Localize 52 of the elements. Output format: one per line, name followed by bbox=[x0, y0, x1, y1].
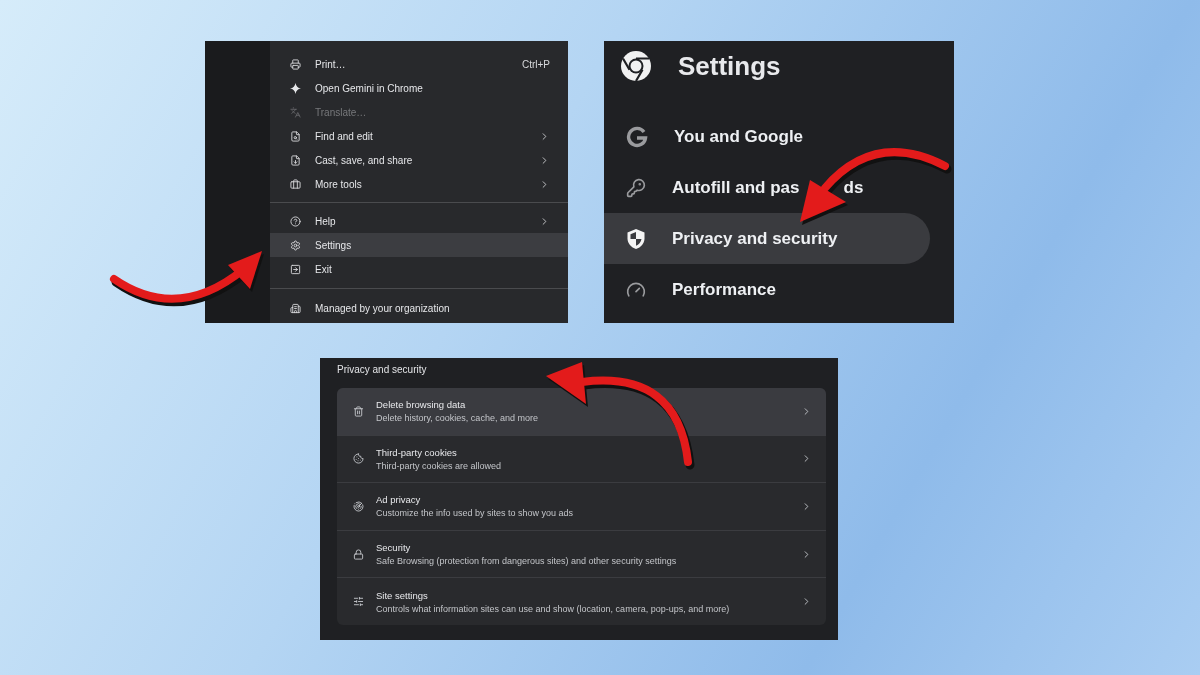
building-icon bbox=[290, 302, 301, 314]
settings-title: Settings bbox=[678, 50, 781, 82]
row-title: Delete browsing data bbox=[376, 399, 467, 411]
letter-g-icon bbox=[626, 125, 648, 148]
menu-item[interactable]: Settings bbox=[270, 233, 568, 257]
section-title: Privacy and security bbox=[337, 363, 428, 377]
browser-logo-icon bbox=[620, 50, 652, 82]
cookie-icon bbox=[353, 453, 364, 465]
trash-icon bbox=[353, 405, 364, 417]
menu-item[interactable]: Managed by your organization bbox=[270, 296, 568, 320]
shortcut-text: Ctrl+P bbox=[521, 58, 550, 70]
sparkle-icon bbox=[290, 82, 301, 94]
row-subtitle: Customize the info used by sites to show you ads bbox=[376, 508, 575, 519]
row-title: Ad privacy bbox=[376, 494, 422, 506]
nav-item[interactable]: Privacy and security bbox=[604, 213, 930, 264]
settings-row[interactable]: Security Safe Browsing (protection from dangerous sites) and other security settings bbox=[337, 529, 826, 578]
nav-label: Autofill and pas bbox=[672, 177, 800, 197]
printer-icon bbox=[290, 58, 301, 70]
file-download-icon bbox=[290, 154, 301, 166]
sliders-icon bbox=[353, 596, 364, 608]
menu-item[interactable]: More tools bbox=[270, 172, 568, 196]
row-subtitle: Third-party cookies are allowed bbox=[376, 460, 503, 471]
row-subtitle: Controls what information sites can use and show (location, camera, pop-ups, and more) bbox=[376, 603, 731, 614]
settings-icon bbox=[290, 239, 301, 251]
menu-item[interactable]: Print… Ctrl+P bbox=[270, 52, 568, 76]
row-subtitle: Delete history, cookies, cache, and more bbox=[376, 413, 539, 424]
file-search-icon bbox=[290, 130, 301, 142]
row-title: Third-party cookies bbox=[376, 446, 458, 458]
chevron-right-icon bbox=[801, 501, 812, 512]
nav-item[interactable]: You and Google bbox=[604, 111, 930, 162]
shield-icon bbox=[626, 227, 646, 250]
menu-item[interactable]: Find and edit bbox=[270, 124, 568, 148]
settings-row[interactable]: Ad privacy Customize the info used by sites to show you ads bbox=[337, 482, 826, 530]
nav-label: ds bbox=[843, 177, 864, 197]
key-icon bbox=[626, 177, 646, 198]
row-subtitle: Safe Browsing (protection from dangerous sites) and other security settings bbox=[376, 556, 678, 567]
toolbox-icon bbox=[290, 178, 301, 190]
menu-item[interactable]: Exit bbox=[270, 257, 568, 281]
settings-row[interactable]: Third-party cookies Third-party cookies are allowed bbox=[337, 434, 826, 483]
row-title: Site settings bbox=[376, 589, 429, 601]
settings-row[interactable]: Delete browsing data Delete history, cookies, cache, and more bbox=[337, 388, 826, 435]
menu-item[interactable]: Help bbox=[270, 209, 568, 233]
menu-item[interactable]: Cast, save, and share bbox=[270, 148, 568, 172]
translate-icon bbox=[290, 106, 301, 118]
nav-item[interactable]: Performance bbox=[604, 264, 930, 315]
exit-icon bbox=[290, 263, 301, 275]
menu-item[interactable]: Open Gemini in Chrome bbox=[270, 76, 568, 100]
help-icon bbox=[290, 215, 301, 227]
nav-item[interactable]: Autofill and pas ds bbox=[604, 162, 930, 213]
lock-icon bbox=[353, 548, 364, 560]
settings-row[interactable]: Site settings Controls what information sites can use and show (location, camera, pop-ups, and more) bbox=[337, 577, 826, 625]
row-title: Security bbox=[376, 542, 412, 554]
